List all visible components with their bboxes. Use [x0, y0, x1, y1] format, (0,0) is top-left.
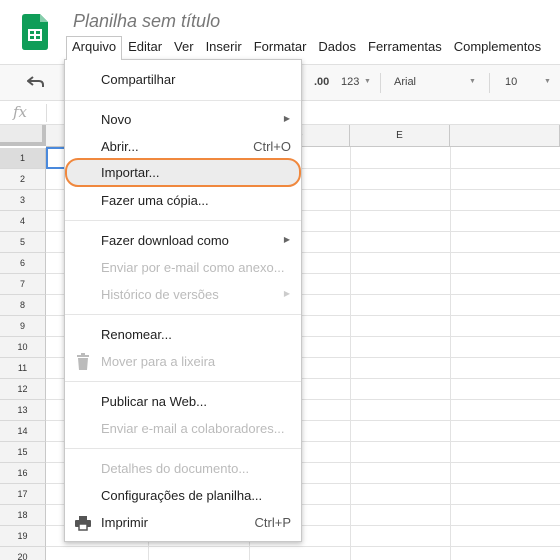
menu-item-enviar-anexo[interactable]: Enviar por e-mail como anexo... [65, 256, 301, 280]
gridline [46, 546, 560, 547]
trash-icon [77, 353, 89, 370]
column-header[interactable] [450, 125, 560, 147]
menu-item-label: Configurações de planilha... [101, 488, 263, 503]
menu-inserir[interactable]: Inserir [200, 36, 248, 58]
menu-item-label: Abrir... [101, 139, 139, 154]
submenu-arrow-icon: ▶ [283, 114, 290, 123]
menu-item-importar[interactable]: Importar... [65, 161, 301, 185]
menu-item-fazer-copia[interactable]: Fazer uma cópia... [65, 189, 301, 213]
submenu-arrow-icon: ▶ [283, 289, 290, 298]
menu-item-enviar-colaboradores[interactable]: Enviar e-mail a colaboradores... [65, 417, 301, 441]
number-format-button[interactable]: 123 [341, 76, 359, 88]
font-size-caret-icon: ▼ [544, 78, 551, 85]
row-header[interactable]: 16 [0, 463, 46, 484]
menu-item-label: Enviar por e-mail como anexo... [101, 260, 285, 275]
menu-item-label: Imprimir [101, 515, 148, 530]
menu-item-historico[interactable]: Histórico de versões ▶ [65, 283, 301, 307]
column-header-e[interactable]: E [350, 125, 450, 147]
menu-separator [65, 220, 301, 221]
row-header[interactable]: 5 [0, 232, 46, 253]
row-header[interactable]: 10 [0, 337, 46, 358]
menu-item-imprimir[interactable]: Imprimir Ctrl+P [65, 511, 301, 535]
font-size-select[interactable]: 10 [505, 76, 517, 88]
menu-item-label: Histórico de versões [101, 287, 219, 302]
row-header[interactable]: 2 [0, 169, 46, 190]
menu-ferramentas[interactable]: Ferramentas [362, 36, 448, 58]
menu-item-abrir[interactable]: Abrir... Ctrl+O [65, 135, 301, 159]
menu-item-label: Enviar e-mail a colaboradores... [101, 421, 285, 436]
row-header[interactable]: 1 [0, 148, 46, 169]
submenu-arrow-icon: ▶ [283, 235, 290, 244]
menu-item-label: Publicar na Web... [101, 394, 207, 409]
row-header[interactable]: 8 [0, 295, 46, 316]
row-header[interactable]: 6 [0, 253, 46, 274]
menu-item-compartilhar[interactable]: Compartilhar [65, 68, 301, 92]
row-header[interactable]: 3 [0, 190, 46, 211]
menu-separator [65, 100, 301, 101]
menu-item-label: Compartilhar [101, 72, 176, 87]
menu-dados[interactable]: Dados [312, 36, 362, 58]
menu-item-download[interactable]: Fazer download como ▶ [65, 229, 301, 253]
row-header[interactable]: 18 [0, 505, 46, 526]
menu-separator [65, 381, 301, 382]
row-header[interactable]: 9 [0, 316, 46, 337]
menu-item-detalhes[interactable]: Detalhes do documento... [65, 457, 301, 481]
menu-arquivo[interactable]: Arquivo [66, 36, 123, 60]
formula-bar-separator [46, 104, 47, 122]
row-header[interactable]: 13 [0, 400, 46, 421]
menu-separator [65, 314, 301, 315]
sheets-logo-icon[interactable] [22, 14, 48, 50]
gridline [450, 147, 451, 560]
document-title[interactable]: Planilha sem título [73, 11, 220, 32]
toolbar-separator [380, 73, 381, 93]
gridline [350, 147, 351, 560]
decimal-increase-button[interactable]: .00 [314, 76, 329, 88]
menu-item-label: Fazer uma cópia... [101, 193, 209, 208]
row-header[interactable]: 20 [0, 547, 46, 560]
number-format-caret-icon: ▼ [364, 78, 371, 85]
menu-item-renomear[interactable]: Renomear... [65, 323, 301, 347]
menu-editar[interactable]: Editar [122, 36, 168, 58]
menu-item-shortcut: Ctrl+O [253, 139, 291, 154]
menu-complementos[interactable]: Complementos [448, 36, 547, 58]
row-header[interactable]: 15 [0, 442, 46, 463]
app-header: Planilha sem título Arquivo Editar Ver I… [0, 0, 560, 64]
row-header[interactable]: 7 [0, 274, 46, 295]
menu-item-label: Fazer download como [101, 233, 229, 248]
menu-item-shortcut: Ctrl+P [254, 515, 291, 530]
menu-item-label: Renomear... [101, 327, 172, 342]
menu-item-configuracoes[interactable]: Configurações de planilha... [65, 484, 301, 508]
menu-separator [65, 448, 301, 449]
printer-icon [75, 516, 91, 531]
menu-item-novo[interactable]: Novo ▶ [65, 108, 301, 132]
menu-item-publicar[interactable]: Publicar na Web... [65, 390, 301, 414]
menu-item-lixeira[interactable]: Mover para a lixeira [65, 350, 301, 374]
row-header[interactable]: 12 [0, 379, 46, 400]
row-header[interactable]: 19 [0, 526, 46, 547]
menu-bar: Arquivo Editar Ver Inserir Formatar Dado… [66, 36, 547, 60]
menu-item-label: Detalhes do documento... [101, 461, 250, 476]
menu-item-label: Novo [101, 112, 132, 127]
row-header[interactable]: 11 [0, 358, 46, 379]
menu-item-label: Mover para a lixeira [101, 354, 216, 369]
menu-ver[interactable]: Ver [168, 36, 200, 58]
file-menu-dropdown: Compartilhar Novo ▶ Abrir... Ctrl+O Impo… [64, 59, 302, 542]
row-header[interactable]: 17 [0, 484, 46, 505]
row-header[interactable]: 4 [0, 211, 46, 232]
menu-formatar[interactable]: Formatar [248, 36, 313, 58]
fx-icon: fx [13, 103, 28, 121]
menu-item-label: Importar... [101, 165, 160, 180]
font-family-caret-icon: ▼ [469, 78, 476, 85]
row-header[interactable]: 14 [0, 421, 46, 442]
font-family-select[interactable]: Arial [394, 76, 416, 88]
undo-icon[interactable] [27, 75, 45, 89]
toolbar-separator [489, 73, 490, 93]
select-all-corner[interactable] [0, 125, 46, 146]
